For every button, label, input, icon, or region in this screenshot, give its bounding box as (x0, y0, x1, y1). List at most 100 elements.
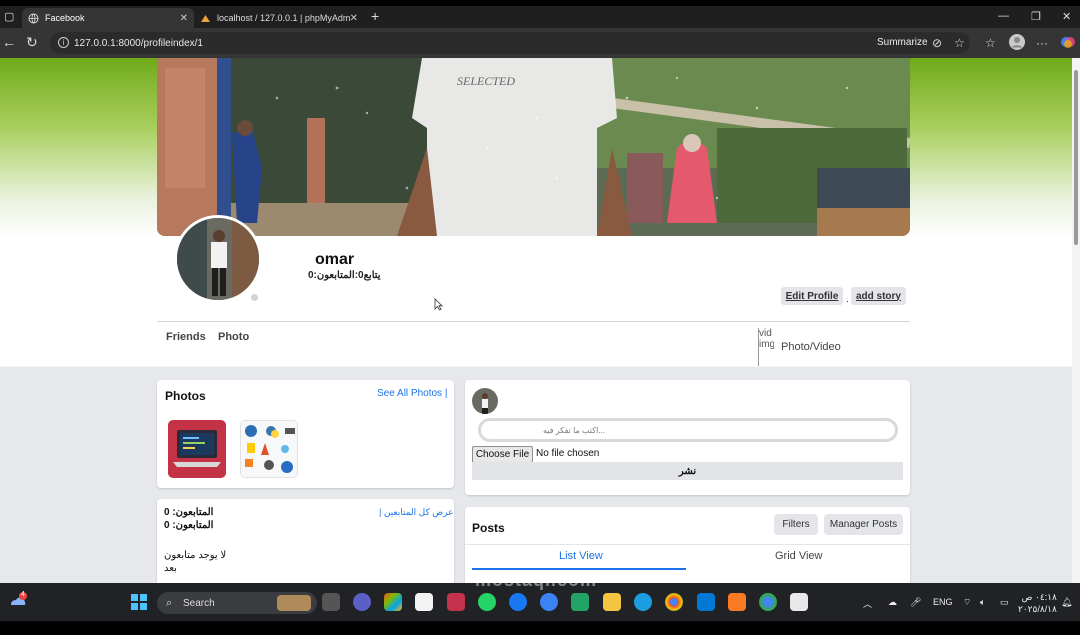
manager-posts-button[interactable]: Manager Posts (824, 514, 903, 535)
windows-start-icon[interactable] (131, 594, 147, 610)
tab-friends[interactable]: Friends (166, 331, 206, 343)
close-tab-icon[interactable]: ✕ (350, 13, 358, 24)
search-highlight-icon (277, 595, 311, 611)
task-view-icon[interactable] (322, 593, 340, 611)
chrome-profile-icon[interactable] (759, 593, 777, 611)
xampp-icon[interactable] (728, 593, 746, 611)
tab-facebook[interactable]: Facebook ✕ (22, 8, 194, 28)
store-icon[interactable] (415, 593, 433, 611)
no-followers-text: بعد (164, 563, 177, 574)
add-story-button[interactable]: add story (851, 287, 906, 305)
address-bar[interactable]: i 127.0.0.1:8000/profileindex/1 (50, 32, 970, 54)
time-text: ٠٤:١٨ ص (1021, 592, 1057, 602)
date-text: ٢٠٢٥/٨/١٨ (1018, 604, 1057, 614)
choose-file-button[interactable]: Choose File (472, 446, 533, 463)
cloud-icon[interactable]: ☁ (888, 597, 897, 608)
volume-icon[interactable]: 🔈︎ (980, 597, 985, 608)
refresh-icon[interactable]: ↻ (26, 35, 38, 49)
status-dot (251, 294, 258, 301)
battery-icon[interactable]: ▭ (1000, 597, 1009, 608)
microphone-icon[interactable]: 🎤︎ (910, 597, 921, 608)
browser-app-icon[interactable] (540, 593, 558, 611)
taskbar-search-label: Search (183, 597, 215, 609)
close-window-icon[interactable]: ✕ (1062, 10, 1071, 23)
tab-list-view[interactable]: List View (559, 550, 603, 562)
summarize-button[interactable]: Summarize (877, 37, 928, 48)
back-icon[interactable]: ← (2, 35, 16, 49)
svg-text:SELECTED: SELECTED (457, 74, 515, 88)
divider (465, 544, 910, 545)
minimize-icon[interactable]: — (998, 10, 1009, 22)
bottom-bar (0, 621, 1080, 635)
search-icon: ⌕ (166, 597, 173, 609)
vscode-icon[interactable] (697, 593, 715, 611)
chat-icon[interactable] (353, 593, 371, 611)
photo-video-label[interactable]: Photo/Video (781, 341, 841, 353)
profile-page: SELECTED omar 0:يتابع0:المتابعون Edit Pr… (0, 58, 1072, 583)
photo-thumbnail[interactable] (240, 420, 298, 478)
more-options-icon[interactable]: ··· (1036, 36, 1048, 50)
wifi-icon[interactable]: ⌔ (963, 597, 971, 608)
copilot-app-icon[interactable] (384, 593, 402, 611)
new-tab-button[interactable]: + (371, 8, 379, 24)
photos-title: Photos (165, 389, 206, 403)
mouse-cursor-icon (434, 298, 443, 311)
followers-count: المتابعون: 0 (164, 507, 214, 518)
profile-name: omar (315, 251, 355, 268)
site-info-icon[interactable]: i (58, 37, 69, 48)
collections-icon[interactable]: ☆ (985, 36, 996, 50)
close-tab-icon[interactable]: ✕ (180, 13, 188, 24)
recorder-icon[interactable] (447, 593, 465, 611)
browser-toolbar: ← ↻ i 127.0.0.1:8000/profileindex/1 Summ… (0, 28, 1080, 58)
posts-title: Posts (472, 521, 505, 535)
language-indicator[interactable]: ENG (933, 597, 953, 607)
cover-photo: SELECTED (157, 58, 910, 236)
tab-phpmyadmin[interactable]: localhost / 127.0.0.1 | phpMyAdm ✕ (194, 8, 364, 28)
photos-card: Photos See All Photos | (157, 380, 454, 488)
screen: ▢ Facebook ✕ localhost / 127.0.0.1 | php… (0, 0, 1080, 635)
favorite-star-icon[interactable]: ☆ (954, 36, 965, 50)
tab-title: Facebook (45, 13, 85, 23)
photo-thumbnail[interactable] (168, 420, 226, 478)
edit-profile-button[interactable]: Edit Profile (781, 287, 843, 305)
tab-photo[interactable]: Photo (218, 331, 249, 343)
separator: . (846, 294, 849, 305)
followers-card: | عرض كل المتابعين المتابعون: 0 المتابعو… (157, 499, 454, 583)
view-all-followers-link[interactable]: | عرض كل المتابعين (379, 507, 453, 518)
see-all-photos-link[interactable]: See All Photos | (377, 388, 447, 399)
globe-icon (28, 13, 39, 24)
divider (157, 321, 910, 322)
profile-stats: 0:يتابع0:المتابعون (308, 270, 381, 281)
no-followers-text: لا يوجد متابعون (164, 550, 227, 561)
taskbar-search[interactable]: ⌕ Search (157, 592, 317, 614)
copilot-icon[interactable] (1060, 34, 1076, 53)
tab-title: localhost / 127.0.0.1 | phpMyAdm (217, 13, 351, 23)
file-explorer-icon[interactable] (603, 593, 621, 611)
weather-icon[interactable]: 4 (8, 591, 28, 611)
taskbar-clock[interactable]: ٠٤:١٨ ص ٢٠٢٥/٨/١٨ (1018, 591, 1057, 615)
scrollbar-thumb[interactable] (1074, 70, 1078, 245)
tab-grid-view[interactable]: Grid View (775, 550, 822, 562)
chrome-icon[interactable] (665, 593, 683, 611)
snipping-tool-icon[interactable] (790, 593, 808, 611)
notification-bell-icon[interactable]: 🔔︎ (1061, 597, 1072, 608)
tab-actions-icon[interactable]: ▢ (4, 10, 14, 23)
browser-tabbar: ▢ Facebook ✕ localhost / 127.0.0.1 | php… (0, 6, 1080, 28)
edge-icon[interactable] (634, 593, 652, 611)
restore-icon[interactable]: ❐ (1031, 10, 1041, 23)
weather-badge: 4 (21, 591, 25, 598)
url-text: 127.0.0.1:8000/profileindex/1 (74, 37, 203, 49)
filters-button[interactable]: Filters (774, 514, 818, 535)
page-scrollbar[interactable] (1072, 58, 1080, 583)
profile-avatar[interactable] (174, 215, 262, 303)
reader-icon[interactable]: ⊘ (932, 36, 942, 50)
facebook-icon[interactable] (509, 593, 527, 611)
publish-button[interactable]: نشر (472, 462, 903, 480)
post-text-input[interactable]: ...اكتب ما تفكر فيه (478, 418, 898, 442)
excel-icon[interactable] (571, 593, 589, 611)
phpmyadmin-icon (200, 13, 211, 24)
profile-avatar-icon[interactable] (1009, 34, 1025, 53)
photo-video-broken-image-icon: vid img (758, 328, 774, 366)
show-hidden-icons[interactable]: ︿ (863, 597, 872, 610)
whatsapp-icon[interactable] (478, 593, 496, 611)
